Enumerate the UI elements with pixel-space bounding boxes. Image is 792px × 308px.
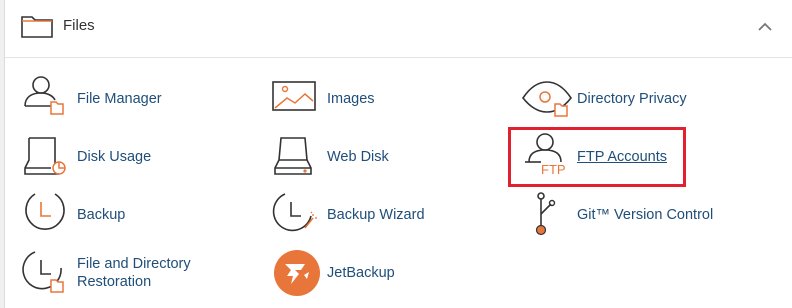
files-tools-grid: File Manager Images Directory Privacy Di… (5, 59, 792, 308)
git-icon (521, 188, 571, 238)
tool-git-version-control[interactable]: Git™ Version Control (521, 188, 751, 242)
chevron-up-icon[interactable] (757, 19, 773, 35)
file-restoration-icon (21, 246, 71, 296)
ftp-icon-text: FTP (541, 162, 566, 177)
tool-directory-privacy[interactable]: Directory Privacy (521, 72, 741, 126)
tool-label: Directory Privacy (577, 91, 687, 107)
web-disk-icon (271, 130, 321, 180)
tool-label: FTP Accounts (577, 149, 667, 165)
ftp-accounts-icon: FTP (521, 130, 571, 180)
tool-web-disk[interactable]: Web Disk (271, 130, 471, 184)
tool-label: Git™ Version Control (577, 207, 714, 223)
disk-usage-icon (21, 130, 71, 180)
tool-label-line-1: File and Directory (77, 256, 191, 272)
directory-privacy-icon (521, 72, 572, 122)
tool-label: Backup (77, 207, 126, 223)
tool-label: JetBackup (327, 265, 395, 281)
tool-label: Disk Usage (77, 149, 152, 165)
jetbackup-icon (271, 246, 321, 296)
tool-label: File and Directory Restoration (77, 255, 191, 291)
images-icon (271, 72, 321, 122)
tool-label: Backup Wizard (327, 207, 425, 223)
tool-backup-wizard[interactable]: Backup Wizard (271, 188, 471, 242)
tool-file-and-directory-restoration[interactable]: File and Directory Restoration (21, 246, 241, 300)
folder-icon (20, 13, 54, 39)
files-section-header[interactable]: Files (5, 0, 792, 58)
tool-label: Images (327, 91, 375, 107)
file-manager-icon (21, 72, 71, 122)
files-panel: Files File Manager Images Directory Priv… (4, 0, 792, 308)
tool-disk-usage[interactable]: Disk Usage (21, 130, 221, 184)
tool-ftp-accounts[interactable]: FTP FTP Accounts (521, 130, 681, 184)
backup-icon (21, 188, 71, 238)
backup-wizard-icon (271, 188, 321, 238)
tool-label: File Manager (77, 91, 162, 107)
tool-file-manager[interactable]: File Manager (21, 72, 221, 126)
tool-label-line-2: Restoration (77, 274, 152, 290)
section-title: Files (63, 17, 95, 34)
tool-images[interactable]: Images (271, 72, 471, 126)
tool-label: Web Disk (327, 149, 389, 165)
tool-backup[interactable]: Backup (21, 188, 221, 242)
tool-jetbackup[interactable]: JetBackup (271, 246, 471, 300)
